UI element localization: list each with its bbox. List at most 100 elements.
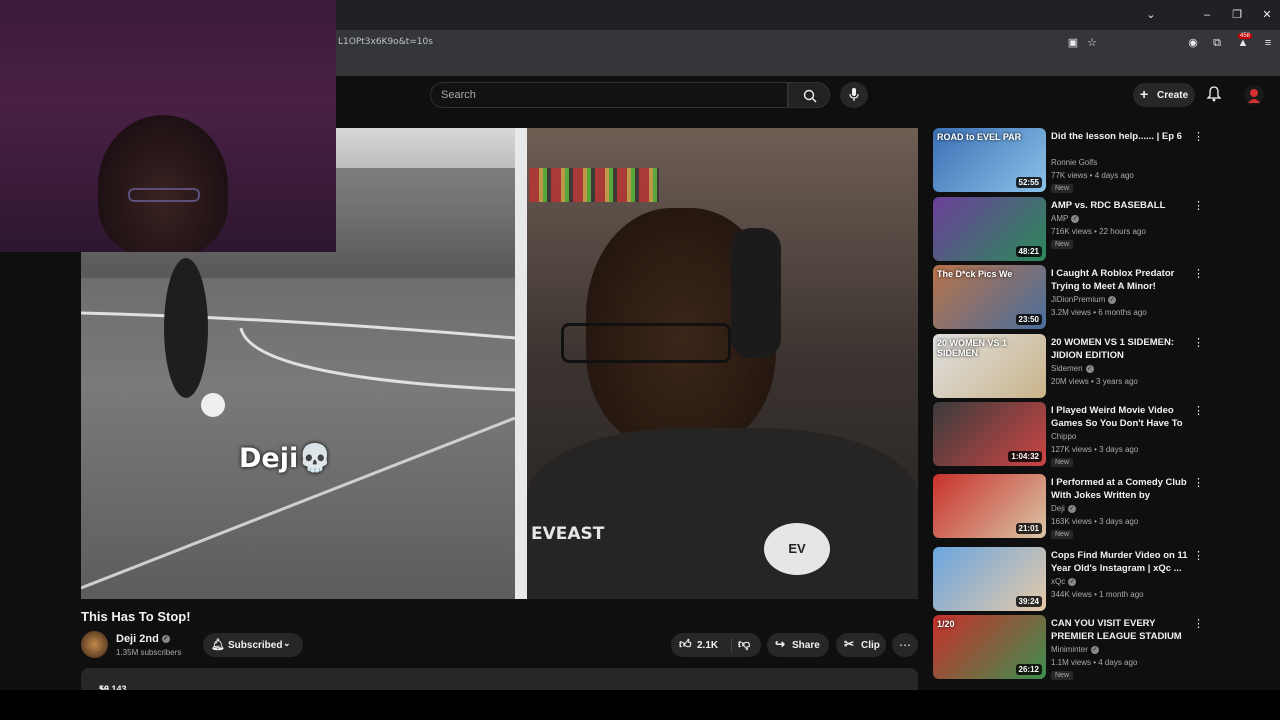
more-vertical-icon[interactable]: ⋮ <box>1193 130 1204 143</box>
thumbs-down-icon[interactable]: 👎︎ <box>738 637 750 652</box>
recommendation-item[interactable]: 39:24 Cops Find Murder Video on 11 Year O… <box>933 547 1213 611</box>
channel-avatar[interactable] <box>81 631 108 658</box>
description-box[interactable]: 10,143 views 56 minutes ago <box>81 668 918 714</box>
recommendation-title[interactable]: I Performed at a Comedy Club With Jokes … <box>1051 476 1191 502</box>
presenter-hoodie <box>527 428 918 599</box>
recommendation-channel[interactable]: xQc ✓ <box>1051 577 1077 586</box>
more-vertical-icon[interactable]: ⋮ <box>1193 476 1204 489</box>
webcam-overlay <box>0 0 336 252</box>
more-vertical-icon[interactable]: ⋮ <box>1193 336 1204 349</box>
create-label: Create <box>1157 90 1189 101</box>
taskbar-strip <box>0 690 1280 720</box>
recommendation-item[interactable]: The D*ck Pics We 23:50 I Caught A Roblox P… <box>933 265 1213 329</box>
recommendation-meta: 3.2M views • 6 months ago <box>1051 308 1147 317</box>
search-input[interactable]: Search <box>430 82 788 108</box>
recommendation-channel[interactable]: Sidemen ✓ <box>1051 364 1094 373</box>
more-vertical-icon[interactable]: ⋮ <box>1193 549 1204 562</box>
thumbs-up-icon[interactable]: 👍︎ <box>679 637 692 652</box>
puzzle-extensions-icon[interactable]: ⧉ <box>1210 36 1224 50</box>
browser-menu-icon[interactable]: ≡ <box>1261 36 1275 50</box>
new-badge: New <box>1051 184 1074 193</box>
recommendation-meta: 20M views • 3 years ago <box>1051 377 1138 386</box>
recommendation-thumbnail[interactable]: 39:24 <box>933 547 1046 611</box>
more-vertical-icon[interactable]: ⋮ <box>1193 199 1204 212</box>
share-button[interactable]: ↪ Share <box>767 633 829 657</box>
more-vertical-icon[interactable]: ⋮ <box>1193 267 1204 280</box>
recommendation-title[interactable]: Cops Find Murder Video on 11 Year Old's … <box>1051 549 1191 575</box>
search-button[interactable] <box>788 82 830 108</box>
new-badge: New <box>1051 458 1074 467</box>
recommendation-item[interactable]: ROAD to EVEL PAR 52:55 Did the lesson help… <box>933 128 1213 193</box>
recommendation-channel[interactable]: Deji ✓ <box>1051 504 1076 513</box>
recommendation-item[interactable]: 21:01 I Performed at a Comedy Club With J… <box>933 474 1213 539</box>
maximize-icon[interactable]: ❐ <box>1228 6 1246 24</box>
recommendation-title[interactable]: Did the lesson help...... | Ep 6 <box>1051 130 1191 143</box>
duration-badge: 52:55 <box>1015 177 1042 188</box>
recommendation-thumbnail[interactable]: 21:01 <box>933 474 1046 538</box>
recommendation-thumbnail[interactable]: 1:04:32 <box>933 402 1046 466</box>
recommendation-thumbnail[interactable]: The D*ck Pics We 23:50 <box>933 265 1046 329</box>
recommendation-meta: 127K views • 3 days ago <box>1051 445 1139 454</box>
minimize-icon[interactable]: – <box>1198 6 1216 24</box>
verified-icon: ✓ <box>161 635 170 644</box>
subscribed-button[interactable]: 🔔︎ Subscribed ⌄ <box>203 633 303 657</box>
streamer-head <box>98 115 228 252</box>
extension-icon[interactable]: ◉ <box>1186 36 1200 50</box>
clip-label: Clip <box>861 640 880 651</box>
recommendation-item[interactable]: 48:21 AMP vs. RDC BASEBALL AMP ✓ 716K views … <box>933 197 1213 261</box>
recommendation-channel[interactable]: JiDionPremium ✓ <box>1051 295 1117 304</box>
recommendation-thumbnail[interactable]: 20 WOMEN VS 1 SIDEMEN <box>933 334 1046 398</box>
search-icon <box>803 89 817 103</box>
recommendation-thumbnail[interactable]: 1/20 26:12 <box>933 615 1046 679</box>
microphone-icon <box>849 88 859 101</box>
recommendation-item[interactable]: 1:04:32 I Played Weird Movie Video Games … <box>933 402 1213 467</box>
thumbnail-text: The D*ck Pics We <box>937 269 1013 279</box>
new-badge: New <box>1051 240 1074 249</box>
recommendation-channel[interactable]: Chippo <box>1051 432 1076 441</box>
duration-badge: 39:24 <box>1015 596 1042 607</box>
recommendation-channel[interactable]: Miniminter ✓ <box>1051 645 1099 654</box>
verified-icon: ✓ <box>1085 364 1094 373</box>
recommendation-channel[interactable]: Ronnie Golfs <box>1051 158 1097 167</box>
extension-badge: 458 <box>1238 33 1253 39</box>
like-count: 2.1K <box>697 640 719 651</box>
notifications-bell-icon[interactable] <box>1206 86 1222 102</box>
more-actions-button[interactable]: ⋯ <box>892 633 918 657</box>
presenter-glasses <box>561 323 731 363</box>
shelf-bottles <box>529 168 659 202</box>
recommendation-meta: 716K views • 22 hours ago <box>1051 227 1146 236</box>
url-text[interactable]: L1OPt3x6K9o&t=10s <box>338 37 433 47</box>
recommendation-item[interactable]: 20 WOMEN VS 1 SIDEMEN 20 WOMEN VS 1 SIDEM… <box>933 334 1213 398</box>
recommendation-item[interactable]: 1/20 26:12 CAN YOU VISIT EVERY PREMIER LEA… <box>933 615 1213 680</box>
recommendation-thumbnail[interactable]: 48:21 <box>933 197 1046 261</box>
recommendation-channel[interactable]: AMP ✓ <box>1051 214 1080 223</box>
voice-search-button[interactable] <box>840 82 868 108</box>
recommendation-title[interactable]: CAN YOU VISIT EVERY PREMIER LEAGUE STADI… <box>1051 617 1191 643</box>
tab-list-chevron-icon[interactable]: ⌄ <box>1142 6 1160 24</box>
new-badge: New <box>1051 530 1074 539</box>
thumbnail-text: ROAD to EVEL PAR <box>937 132 1022 142</box>
channel-name[interactable]: Deji 2nd ✓ <box>116 633 170 645</box>
bookmark-star-icon[interactable]: ☆ <box>1085 36 1099 50</box>
more-vertical-icon[interactable]: ⋮ <box>1193 617 1204 630</box>
hoodie-logo: EV <box>764 523 830 575</box>
recommendation-title[interactable]: 20 WOMEN VS 1 SIDEMEN: JIDION EDITION <box>1051 336 1191 362</box>
subscriber-count: 1.35M subscribers <box>116 648 182 657</box>
streamer-glasses <box>128 188 200 202</box>
close-window-icon[interactable]: ✕ <box>1258 6 1276 24</box>
create-button[interactable]: + Create <box>1133 83 1195 107</box>
bell-icon: 🔔︎ <box>211 639 225 651</box>
more-horizontal-icon: ⋯ <box>899 638 911 652</box>
clip-button[interactable]: ✂ Clip <box>836 633 886 657</box>
hoodie-brand-text: EVEAST <box>531 524 605 544</box>
recommendation-title[interactable]: I Caught A Roblox Predator Trying to Mee… <box>1051 267 1191 293</box>
recommendation-thumbnail[interactable]: ROAD to EVEL PAR 52:55 <box>933 128 1046 192</box>
recommendation-title[interactable]: I Played Weird Movie Video Games So You … <box>1051 404 1191 430</box>
more-vertical-icon[interactable]: ⋮ <box>1193 404 1204 417</box>
duration-badge: 23:50 <box>1015 314 1042 325</box>
account-avatar[interactable] <box>1244 85 1264 105</box>
like-dislike-bar[interactable]: 👍︎ 2.1K 👎︎ <box>671 633 761 657</box>
verified-icon: ✓ <box>1071 214 1080 223</box>
install-app-icon[interactable]: ▣ <box>1066 36 1080 50</box>
recommendation-title[interactable]: AMP vs. RDC BASEBALL <box>1051 199 1191 212</box>
